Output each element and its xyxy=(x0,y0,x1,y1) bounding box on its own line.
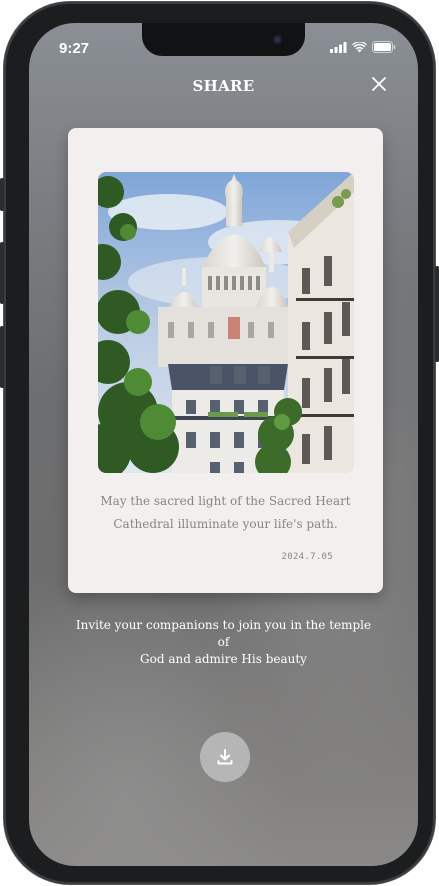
invite-line-1: Invite your companions to join you in th… xyxy=(75,618,372,649)
screen: 9:27 SHARE May the sacred light of the S… xyxy=(29,23,418,866)
page-title: SHARE xyxy=(192,77,255,95)
invite-line-2: God and admire His beauty xyxy=(140,652,307,666)
signal-icon xyxy=(330,41,347,53)
status-icons xyxy=(330,41,396,53)
battery-icon xyxy=(372,41,396,53)
home-indicator xyxy=(156,853,291,858)
cathedral-illustration xyxy=(98,172,354,473)
camera-icon xyxy=(273,35,284,46)
share-card: May the sacred light of the Sacred Heart… xyxy=(68,128,383,593)
notch xyxy=(142,23,305,56)
caption-line-2: Cathedral illuminate your life's path. xyxy=(113,517,338,531)
phone-frame: 9:27 SHARE May the sacred light of the S… xyxy=(0,2,439,884)
close-button[interactable] xyxy=(370,75,388,93)
card-caption: May the sacred light of the Sacred Heart… xyxy=(88,490,363,536)
download-icon xyxy=(217,749,233,765)
close-icon xyxy=(372,77,386,91)
caption-line-1: May the sacred light of the Sacred Heart xyxy=(100,494,351,508)
volume-up-button xyxy=(0,242,4,304)
cathedral-photo xyxy=(98,172,354,473)
volume-down-button xyxy=(0,326,4,388)
power-button xyxy=(435,266,439,362)
download-button[interactable] xyxy=(200,732,250,782)
mute-switch xyxy=(0,178,4,211)
status-time: 9:27 xyxy=(59,40,90,57)
invite-text: Invite your companions to join you in th… xyxy=(69,617,378,668)
wifi-icon xyxy=(352,41,367,52)
card-date: 2024.7.05 xyxy=(281,552,333,562)
